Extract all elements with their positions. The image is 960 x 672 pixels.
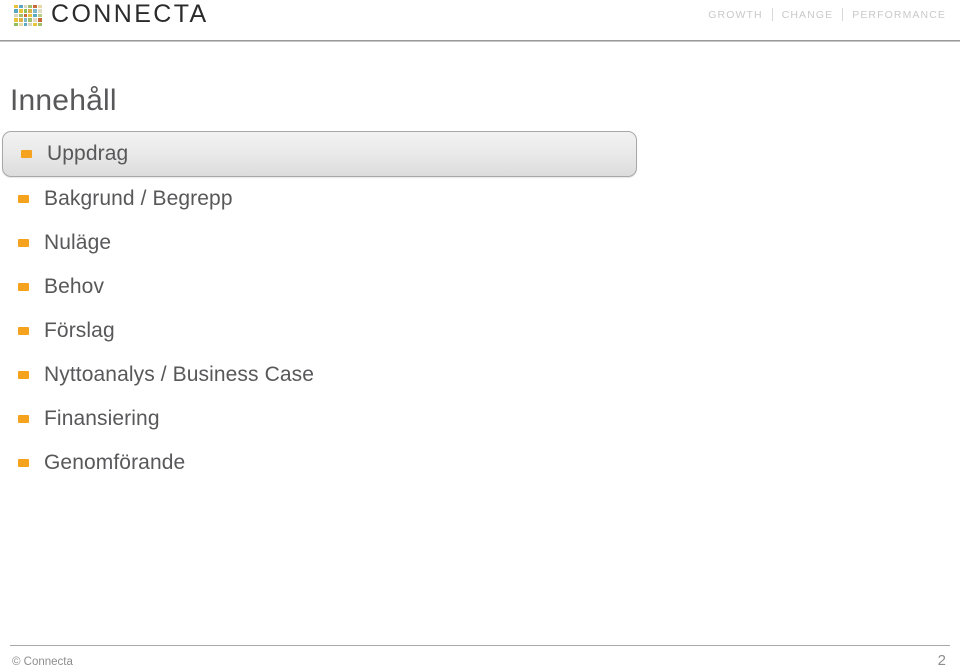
footer-page-number: 2 xyxy=(937,652,946,669)
logo-cell-17 xyxy=(38,13,42,18)
tagline-change: CHANGE xyxy=(781,8,834,21)
logo-cell-18 xyxy=(14,18,18,22)
agenda-item-2[interactable]: Nuläge xyxy=(0,221,960,265)
footer-copyright: © Connecta xyxy=(12,656,73,668)
logo-cell-15 xyxy=(28,13,33,18)
bullet-square-icon xyxy=(18,239,29,247)
logo-cell-29 xyxy=(38,22,42,26)
agenda-item-label: Behov xyxy=(44,275,105,298)
logo-cell-24 xyxy=(14,22,18,26)
tagline-divider-1 xyxy=(771,8,773,21)
page-title: Innehåll xyxy=(10,84,117,118)
agenda-item-label: Nyttoanalys / Business Case xyxy=(44,363,314,386)
brand-name: CONNECTA xyxy=(51,0,209,28)
brand-lockup: CONNECTA xyxy=(14,2,209,29)
agenda-item-6[interactable]: Finansiering xyxy=(0,397,960,441)
logo-cell-3 xyxy=(28,5,33,9)
logo-cell-6 xyxy=(14,9,18,13)
logo-cell-27 xyxy=(28,22,33,26)
logo-cell-11 xyxy=(38,9,42,13)
tagline-performance: PERFORMANCE xyxy=(852,8,946,21)
logo-cell-9 xyxy=(28,9,33,13)
agenda-item-label: Nuläge xyxy=(44,231,112,254)
logo-cell-5 xyxy=(38,5,42,9)
logo-cell-23 xyxy=(38,18,42,22)
logo-cell-26 xyxy=(23,22,28,26)
tagline-divider-2 xyxy=(842,8,844,21)
logo-cell-8 xyxy=(23,9,28,13)
agenda-item-5[interactable]: Nyttoanalys / Business Case xyxy=(0,353,960,397)
logo-cell-2 xyxy=(23,5,28,9)
logo-cell-10 xyxy=(33,9,38,13)
logo-cell-22 xyxy=(33,18,38,22)
bullet-square-icon xyxy=(18,459,29,467)
bullet-square-icon xyxy=(18,415,29,423)
logo-cell-28 xyxy=(33,22,38,26)
agenda-list: Uppdrag Bakgrund / Begrepp Nuläge Behov Förs… xyxy=(0,131,960,485)
logo-cell-4 xyxy=(33,5,38,9)
bullet-square-icon xyxy=(18,195,29,203)
logo-cell-7 xyxy=(18,9,23,13)
brand-tagline: GROWTH CHANGE PERFORMANCE xyxy=(708,8,946,21)
agenda-item-label: Genomförande xyxy=(44,451,186,474)
tagline-growth: GROWTH xyxy=(708,8,763,21)
agenda-item-4[interactable]: Förslag xyxy=(0,309,960,353)
bullet-square-icon xyxy=(18,283,29,291)
agenda-item-label: Bakgrund / Begrepp xyxy=(44,187,233,210)
logo-cell-1 xyxy=(18,5,23,9)
agenda-item-label: Uppdrag xyxy=(47,142,129,165)
header-divider xyxy=(0,40,960,42)
slide-header: CONNECTA GROWTH CHANGE PERFORMANCE xyxy=(0,0,960,40)
footer-divider xyxy=(10,645,950,646)
logo-cell-21 xyxy=(28,18,33,22)
agenda-item-label: Finansiering xyxy=(44,407,160,430)
logo-cell-0 xyxy=(14,5,18,9)
bullet-square-icon xyxy=(18,327,29,335)
logo-cell-20 xyxy=(23,18,28,22)
bullet-square-icon xyxy=(21,150,32,158)
bullet-square-icon xyxy=(18,371,29,379)
agenda-item-1[interactable]: Bakgrund / Begrepp xyxy=(0,177,960,221)
logo-cell-25 xyxy=(18,22,23,26)
logo-cell-14 xyxy=(23,13,28,18)
agenda-item-7[interactable]: Genomförande xyxy=(0,441,960,485)
connecta-grid-logo-icon xyxy=(14,5,42,26)
agenda-item-0[interactable]: Uppdrag xyxy=(2,131,637,177)
logo-cell-13 xyxy=(18,13,23,18)
logo-cell-12 xyxy=(14,13,18,18)
agenda-item-3[interactable]: Behov xyxy=(0,265,960,309)
logo-cell-19 xyxy=(18,18,23,22)
logo-cell-16 xyxy=(33,13,38,18)
agenda-item-label: Förslag xyxy=(44,319,115,342)
